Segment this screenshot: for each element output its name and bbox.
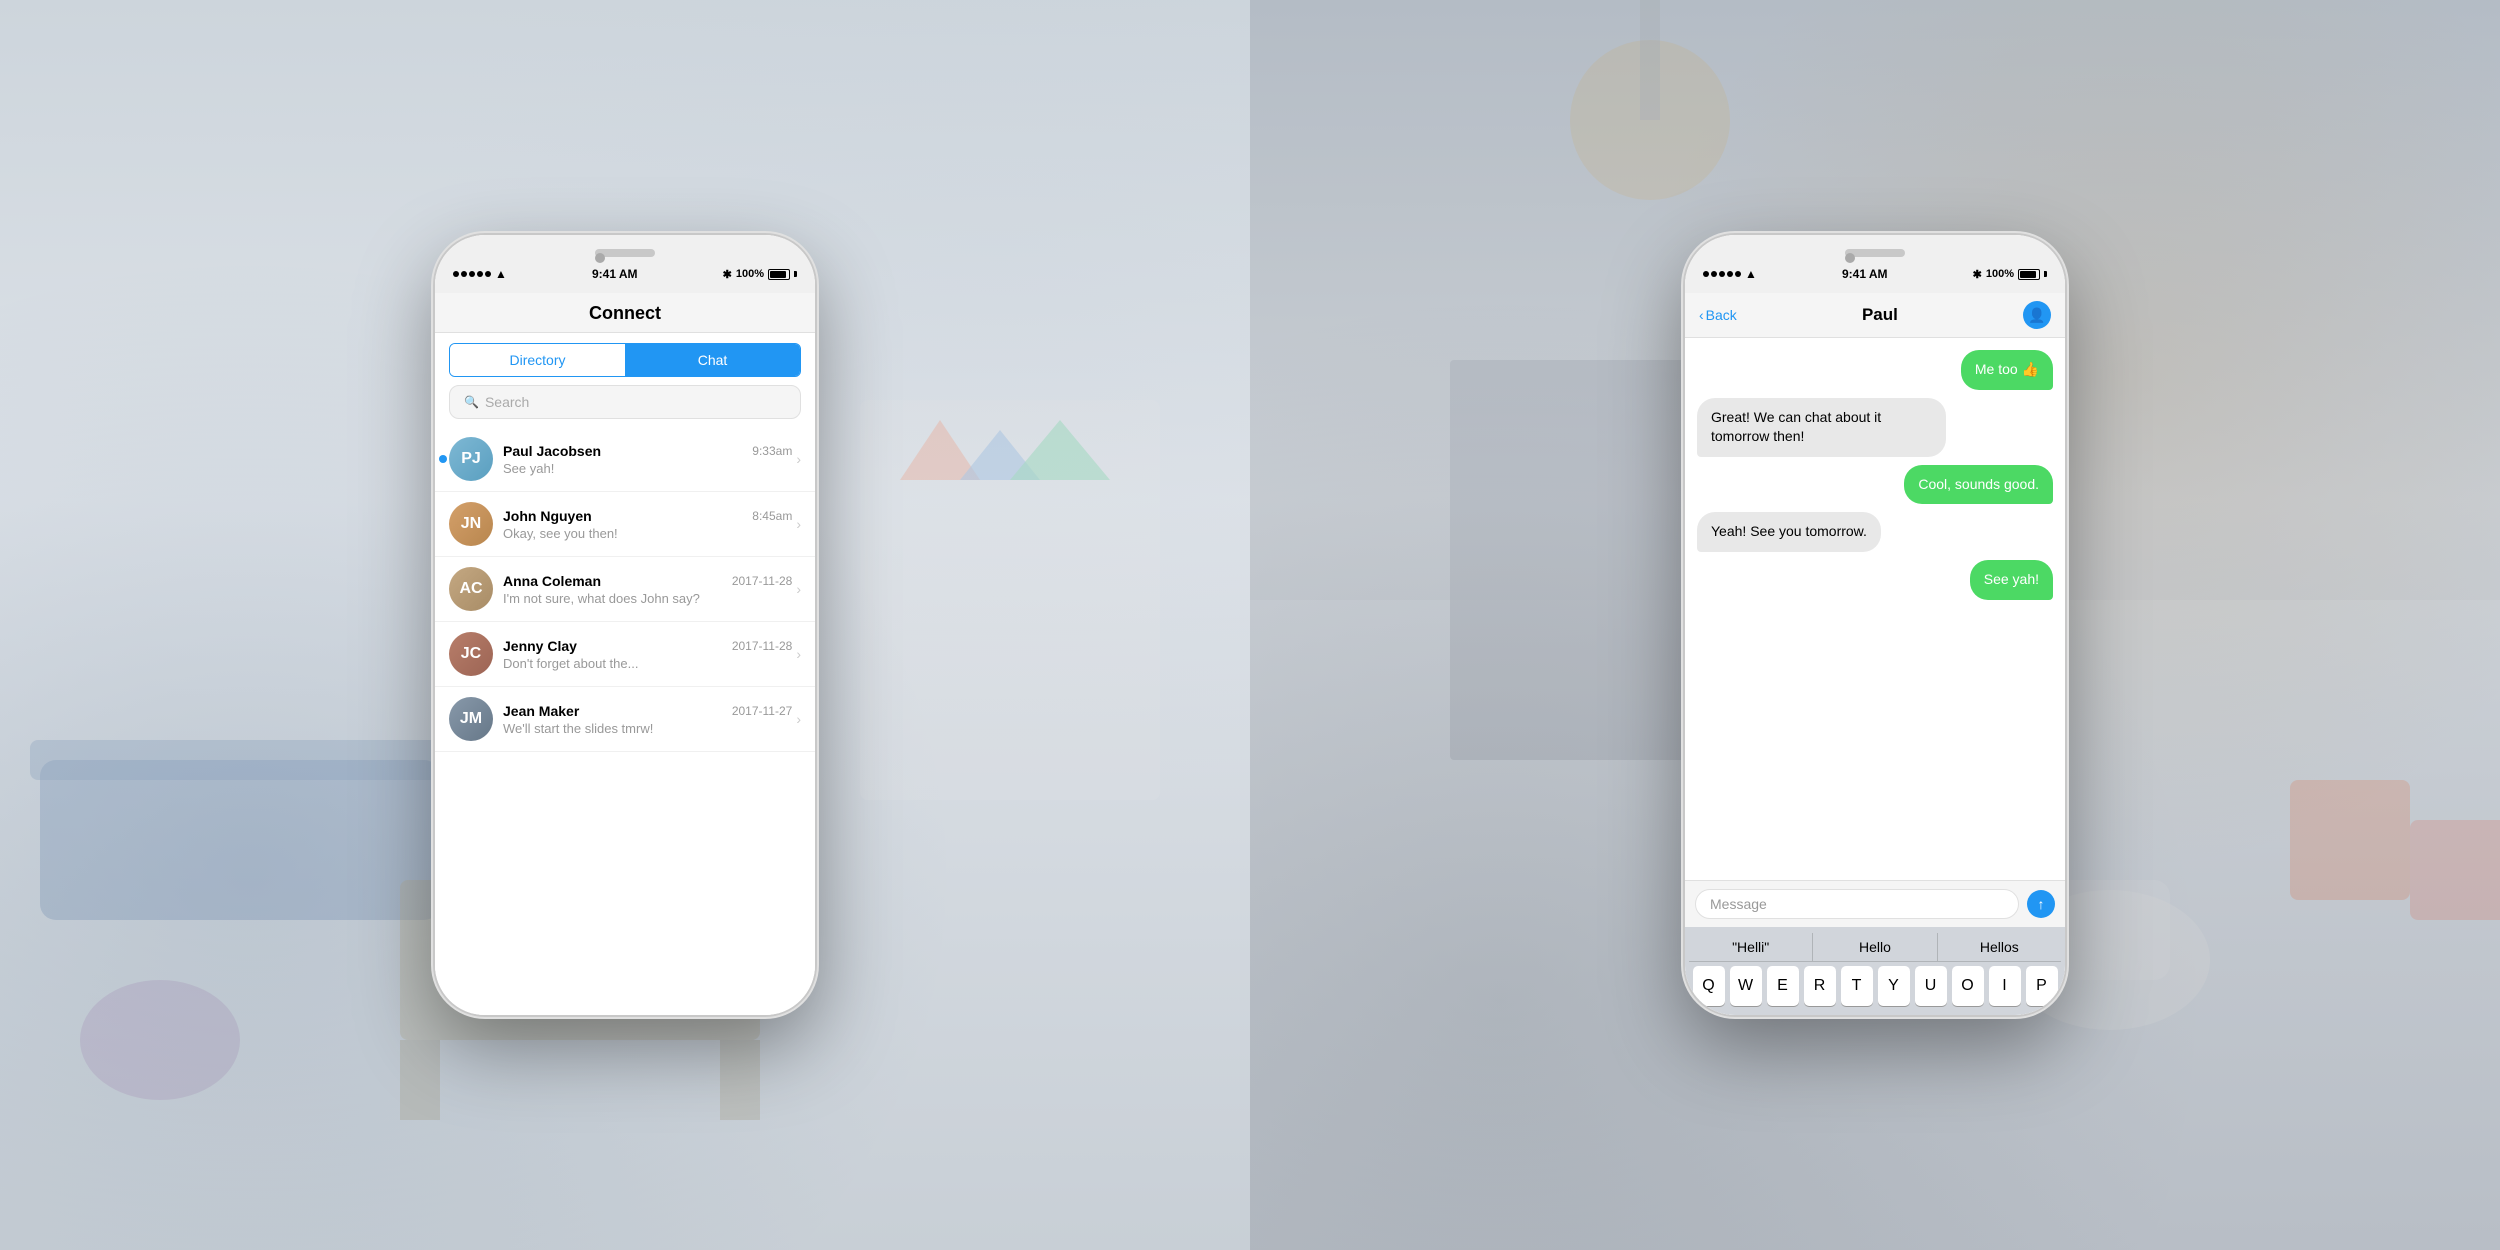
- key-w[interactable]: W: [1730, 966, 1762, 1006]
- phone-screen-right: ‹ Back Paul 👤 Me too 👍 Great! We can chat…: [1685, 293, 2065, 1015]
- phone-top-right: ▲ 9:41 AM ✱ 100%: [1685, 235, 2065, 293]
- keyboard-suggestion[interactable]: "Helli": [1689, 933, 1813, 961]
- phone-camera-right: [1845, 253, 1855, 263]
- left-background: ▲ 9:41 AM ✱ 100% Connect Directory: [0, 0, 1250, 1250]
- chat-name: Anna Coleman: [503, 573, 601, 589]
- message-sent: Me too 👍: [1961, 350, 2053, 390]
- search-icon: 🔍: [464, 395, 479, 409]
- chevron-right-icon: ›: [796, 581, 801, 597]
- key-i[interactable]: I: [1989, 966, 2021, 1006]
- tab-bar[interactable]: Directory Chat: [449, 343, 801, 377]
- chat-list: PJ Paul Jacobsen 9:33am See yah! › JN Jo…: [435, 427, 815, 1015]
- phone-camera-left: [595, 253, 605, 263]
- chat-time: 8:45am: [752, 509, 792, 523]
- chat-info: John Nguyen 8:45am Okay, see you then!: [503, 508, 792, 541]
- message-input[interactable]: Message: [1695, 889, 2019, 919]
- messages-area: Me too 👍 Great! We can chat about it tomo…: [1685, 338, 2065, 880]
- chat-time: 2017-11-28: [732, 574, 793, 588]
- chat-info: Jean Maker 2017-11-27 We'll start the sl…: [503, 703, 792, 736]
- message-received: Great! We can chat about it tomorrow the…: [1697, 398, 1946, 457]
- chat-list-item[interactable]: PJ Paul Jacobsen 9:33am See yah! ›: [435, 427, 815, 492]
- status-bar-right: ▲ 9:41 AM ✱ 100%: [1685, 263, 2065, 285]
- contact-icon[interactable]: 👤: [2023, 301, 2051, 329]
- tab-directory[interactable]: Directory: [450, 344, 625, 376]
- avatar: JM: [449, 697, 493, 741]
- chat-list-item[interactable]: JN John Nguyen 8:45am Okay, see you then…: [435, 492, 815, 557]
- phone-right: ▲ 9:41 AM ✱ 100% ‹ Back Paul: [1685, 235, 2065, 1015]
- chat-name: John Nguyen: [503, 508, 592, 524]
- status-bar-left: ▲ 9:41 AM ✱ 100%: [435, 263, 815, 285]
- chat-info: Jenny Clay 2017-11-28 Don't forget about…: [503, 638, 792, 671]
- chat-list-item[interactable]: JC Jenny Clay 2017-11-28 Don't forget ab…: [435, 622, 815, 687]
- avatar: JN: [449, 502, 493, 546]
- chat-time: 2017-11-27: [732, 704, 793, 718]
- message-received: Yeah! See you tomorrow.: [1697, 512, 1881, 552]
- app-title: Connect: [589, 303, 661, 323]
- connect-header: Connect: [435, 293, 815, 333]
- chat-time: 9:33am: [752, 444, 792, 458]
- key-t[interactable]: T: [1841, 966, 1873, 1006]
- chat-time: 2017-11-28: [732, 639, 793, 653]
- chat-header: ‹ Back Paul 👤: [1685, 293, 2065, 338]
- key-e[interactable]: E: [1767, 966, 1799, 1006]
- wifi-icon-right: ▲: [1745, 267, 1757, 281]
- battery-percent-left: 100%: [736, 268, 764, 280]
- chat-name: Jean Maker: [503, 703, 579, 719]
- key-r[interactable]: R: [1804, 966, 1836, 1006]
- chevron-right-icon: ›: [796, 516, 801, 532]
- chat-preview: Don't forget about the...: [503, 656, 792, 671]
- right-background: ▲ 9:41 AM ✱ 100% ‹ Back Paul: [1250, 0, 2500, 1250]
- send-button[interactable]: ↑: [2027, 890, 2055, 918]
- search-bar[interactable]: 🔍 Search: [449, 385, 801, 419]
- search-placeholder: Search: [485, 394, 529, 410]
- chat-preview: I'm not sure, what does John say?: [503, 591, 792, 606]
- chat-preview: Okay, see you then!: [503, 526, 792, 541]
- keyboard-row-1: QWERTYUOIP: [1689, 966, 2061, 1006]
- contact-name: Paul: [1862, 305, 1898, 325]
- chat-name: Paul Jacobsen: [503, 443, 601, 459]
- contact-person-icon: 👤: [2028, 307, 2045, 324]
- key-y[interactable]: Y: [1878, 966, 1910, 1006]
- message-placeholder: Message: [1710, 896, 1767, 912]
- avatar: AC: [449, 567, 493, 611]
- keyboard-suggestion[interactable]: Hello: [1813, 933, 1937, 961]
- bluetooth-icon-left: ✱: [723, 268, 732, 281]
- avatar: PJ: [449, 437, 493, 481]
- back-button[interactable]: ‹ Back: [1699, 307, 1737, 323]
- message-sent: Cool, sounds good.: [1904, 465, 2053, 505]
- battery-percent-right: 100%: [1986, 268, 2014, 280]
- chevron-right-icon: ›: [796, 646, 801, 662]
- avatar: JC: [449, 632, 493, 676]
- chat-preview: See yah!: [503, 461, 792, 476]
- chat-info: Anna Coleman 2017-11-28 I'm not sure, wh…: [503, 573, 792, 606]
- time-left: 9:41 AM: [592, 267, 638, 281]
- keyboard-suggestions: "Helli"HelloHellos: [1689, 933, 2061, 962]
- keyboard-suggestion[interactable]: Hellos: [1938, 933, 2061, 961]
- key-o[interactable]: O: [1952, 966, 1984, 1006]
- back-chevron-icon: ‹: [1699, 307, 1704, 323]
- chevron-right-icon: ›: [796, 451, 801, 467]
- phone-left: ▲ 9:41 AM ✱ 100% Connect Directory: [435, 235, 815, 1015]
- chat-preview: We'll start the slides tmrw!: [503, 721, 792, 736]
- chat-list-item[interactable]: AC Anna Coleman 2017-11-28 I'm not sure,…: [435, 557, 815, 622]
- tab-chat[interactable]: Chat: [625, 344, 800, 376]
- chat-list-item[interactable]: JM Jean Maker 2017-11-27 We'll start the…: [435, 687, 815, 752]
- time-right: 9:41 AM: [1842, 267, 1888, 281]
- chat-name: Jenny Clay: [503, 638, 577, 654]
- keyboard-area: "Helli"HelloHellos QWERTYUOIP: [1685, 927, 2065, 1015]
- phone-top-left: ▲ 9:41 AM ✱ 100%: [435, 235, 815, 293]
- wifi-icon-left: ▲: [495, 267, 507, 281]
- chevron-right-icon: ›: [796, 711, 801, 727]
- bluetooth-icon-right: ✱: [1973, 268, 1982, 281]
- message-input-area: Message ↑: [1685, 880, 2065, 927]
- phone-screen-left: Connect Directory Chat 🔍 Search PJ Paul …: [435, 293, 815, 1015]
- key-u[interactable]: U: [1915, 966, 1947, 1006]
- message-sent: See yah!: [1970, 560, 2053, 600]
- back-label[interactable]: Back: [1706, 307, 1737, 323]
- chat-info: Paul Jacobsen 9:33am See yah!: [503, 443, 792, 476]
